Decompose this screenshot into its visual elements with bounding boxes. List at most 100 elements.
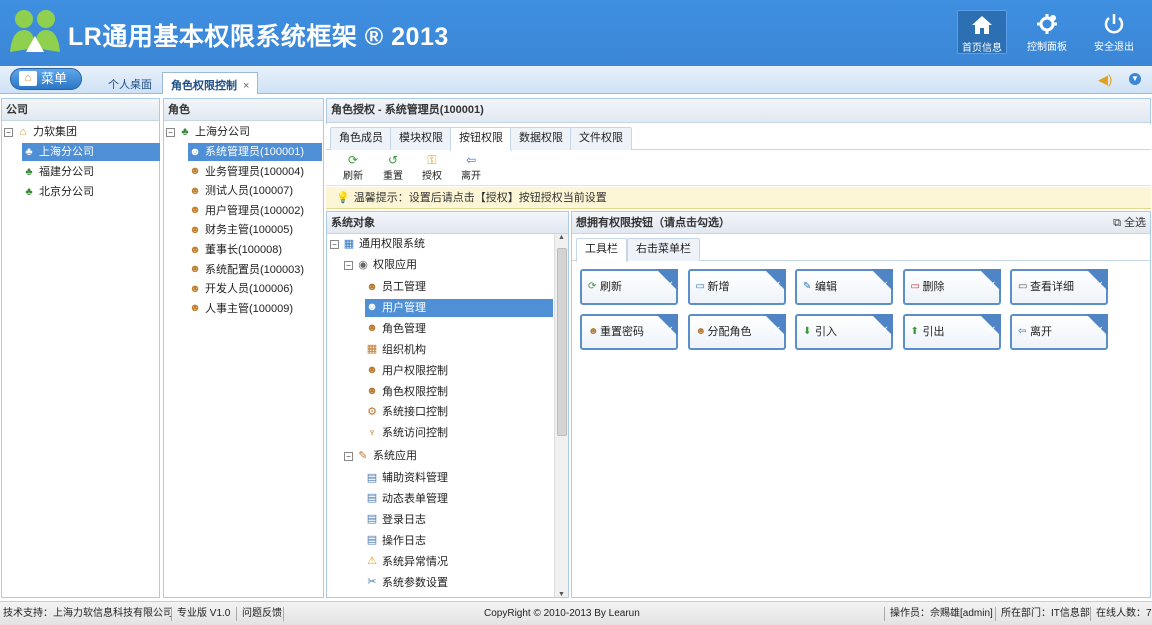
tree-node-company[interactable]: ♣ 北京分公司 [22,183,94,201]
tab-role-permission[interactable]: 角色权限控制 × [162,72,259,94]
app-title: LR通用基本权限系统框架 ® 2013 [68,23,449,51]
home-icon: ⌂ [19,71,37,86]
app-header: LR通用基本权限系统框架 ® 2013 首页信息 控制面板 安全退出 [0,0,1152,66]
permission-button[interactable]: ✎ 编辑 ✓ [795,269,893,305]
tree-node-module[interactable]: ▤ 动态表单管理 [365,490,448,508]
tree-node-group[interactable]: − ✎ 系统应用 [344,447,417,465]
tools-icon: ✂ [367,576,377,589]
tree-node-role[interactable]: ☻ 董事长(100008) [188,241,282,259]
tree-node-module[interactable]: ▤ 登录日志 [365,511,426,529]
tree-node-role[interactable]: ☻ 系统配置员(100003) [188,261,304,279]
home-info-label: 首页信息 [962,43,1002,54]
tab-role-permission-label: 角色权限控制 [171,80,237,92]
add-icon: ▭ [695,281,705,292]
tree-node-role[interactable]: ☻ 开发人员(100006) [188,280,293,298]
collapse-toggle[interactable]: − [344,451,353,461]
user-icon: ☻ [189,223,201,236]
tree-node-module[interactable]: ♆ 系统访问控制 [365,424,448,442]
online-count-text: 在线人数：7 [1096,608,1152,619]
permission-button[interactable]: ⬇ 引入 ✓ [795,314,893,350]
tree-node-module[interactable]: ▤ 操作日志 [365,532,426,550]
tree-node-module[interactable]: ⚙ 系统接口控制 [365,403,448,421]
permission-button[interactable]: ☻ 分配角色 ✓ [687,314,786,350]
refresh-button[interactable]: ⟳ 刷新 [336,153,370,182]
tree-node-module[interactable]: ☻ 角色权限控制 [365,383,448,401]
tree-node-role[interactable]: ☻ 用户管理员(100002) [188,202,304,220]
role-label: 用户管理员(100002) [205,204,305,217]
feedback-link[interactable]: 问题反馈 [242,602,282,625]
tab-role-members[interactable]: 角色成员 [330,127,392,150]
tree-node-module[interactable]: ▤ 辅助资料管理 [365,469,448,487]
permission-button-label: 新增 [707,281,730,293]
control-panel-button[interactable]: 控制面板 [1022,10,1072,54]
exit-button[interactable]: ⇦ 离开 [454,153,488,182]
tree-node-role[interactable]: ☻ 人事主管(100009) [188,300,293,318]
tree-node-group[interactable]: − ◉ 权限应用 [344,256,417,274]
collapse-toggle[interactable]: − [344,260,353,270]
exit-label: 离开 [461,171,481,182]
reset-button[interactable]: ↺ 重置 [376,153,410,182]
reset-password-icon: ☻ [588,326,599,337]
access-icon: ♆ [367,426,377,439]
scroll-down-icon[interactable]: ▼ [558,591,565,597]
tab-button-permission[interactable]: 按钮权限 [450,127,512,151]
tab-file-permission[interactable]: 文件权限 [570,127,632,150]
tab-toolbar[interactable]: 工具栏 [576,238,627,262]
collapse-toggle[interactable]: − [166,127,175,137]
tools-icon: ✎ [358,449,368,462]
home-info-button[interactable]: 首页信息 [957,10,1007,54]
tree-node-system-root[interactable]: − ▦ 通用权限系统 [330,235,425,253]
control-panel-label: 控制面板 [1027,42,1067,53]
tree-node-module[interactable]: ☻ 用户管理 [365,298,553,317]
tab-data-permission[interactable]: 数据权限 [510,127,572,150]
collapse-toggle[interactable]: − [330,239,339,249]
tree-node-company[interactable]: ♣ 上海分公司 [22,143,160,161]
tree-node-root-company[interactable]: − ⌂ 力软集团 [4,123,77,141]
refresh-icon: ⟳ [347,153,359,167]
tree-node-module[interactable]: ▦ 组织机构 [365,341,426,359]
role-panel: 角色 − ♣ 上海分公司 ☻ 系统管理员(100001) ☻ 业务管理员(100004) ☻… [163,98,324,598]
role-panel-title: 角色 [164,99,323,121]
permission-button[interactable]: ▭ 删除 ✓ [902,269,1001,305]
tree-node-role[interactable]: ☻ 业务管理员(100004) [188,163,304,181]
tree-node-role-root[interactable]: − ♣ 上海分公司 [166,123,250,141]
tree-node-module[interactable]: ⚠ 系统异常情况 [365,553,448,571]
tree-node-module[interactable]: ✂ 系统参数设置 [365,574,448,592]
menu-button[interactable]: ⌂ 菜单 [10,68,82,90]
tree-node-module[interactable]: ☻ 用户权限控制 [365,362,448,380]
company-root-label: 力软集团 [33,126,77,138]
tree-node-role[interactable]: ☻ 测试人员(100007) [188,182,293,200]
check-icon: ✓ [773,280,782,291]
tree-node-module[interactable]: ☻ 角色管理 [365,320,426,338]
permission-button[interactable]: ☻ 重置密码 ✓ [580,314,678,350]
authorize-button[interactable]: ⚿ 授权 [415,153,449,182]
chevron-down-icon[interactable]: ▼ [1129,73,1141,85]
check-icon: ✓ [988,325,997,336]
tree-node-module[interactable]: ☻ 员工管理 [365,278,426,296]
permission-button[interactable]: ⟳ 刷新 ✓ [580,269,678,305]
scroll-up-icon[interactable]: ▲ [558,234,565,241]
logout-button[interactable]: 安全退出 [1089,10,1139,54]
group-label: 权限应用 [373,259,417,271]
permission-button[interactable]: ⬆ 引出 ✓ [902,314,1001,350]
tab-context-menu[interactable]: 右击菜单栏 [627,238,700,261]
tree-node-role[interactable]: ☻ 财务主管(100005) [188,221,293,239]
close-icon[interactable]: × [243,80,249,92]
tab-module-permission[interactable]: 模块权限 [390,127,452,150]
speaker-icon[interactable]: ◀) [1098,72,1112,88]
tree-node-role[interactable]: ☻ 系统管理员(100001) [188,143,322,161]
permission-button[interactable]: ⇦ 离开 ✓ [1010,314,1108,350]
check-icon: ✓ [1095,325,1104,336]
user-icon: ☻ [189,145,201,158]
permission-button[interactable]: ▭ 查看详细 ✓ [1010,269,1108,305]
user-icon: ☻ [189,263,201,276]
collapse-toggle[interactable]: − [4,127,13,137]
vertical-scrollbar[interactable]: ▲ ▼ [554,234,568,597]
module-label: 系统访问控制 [382,427,448,440]
permission-button[interactable]: ▭ 新增 ✓ [687,269,786,305]
company-panel: 公司 − ⌂ 力软集团 ♣ 上海分公司 ♣ 福建分公司 ♣ 北京分公司 [1,98,160,598]
tab-personal-desktop[interactable]: 个人桌面 [108,76,152,92]
select-all-button[interactable]: ⧉ 全选 [1113,212,1146,234]
scroll-thumb[interactable] [557,248,567,436]
tree-node-company[interactable]: ♣ 福建分公司 [22,163,94,181]
